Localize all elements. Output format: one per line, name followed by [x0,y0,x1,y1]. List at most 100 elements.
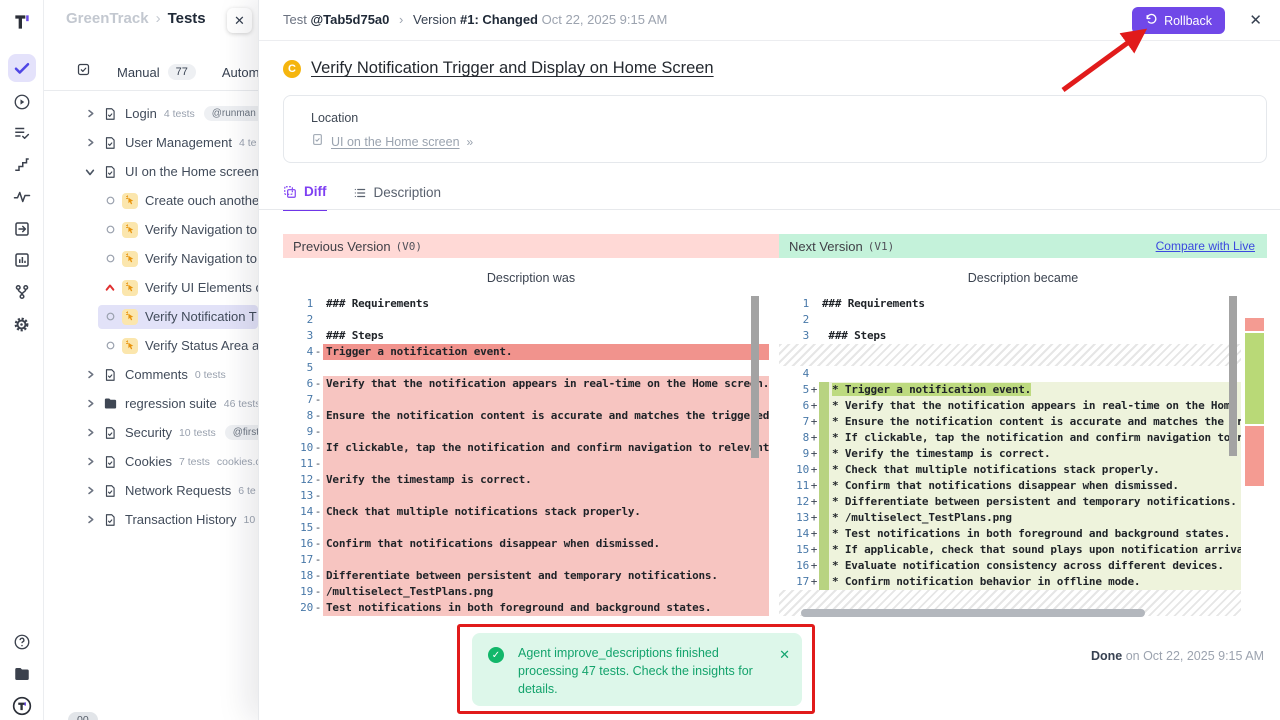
tree-item-user-management[interactable]: User Management4 te [44,128,258,157]
tab-diff[interactable]: Diff [283,184,327,211]
left-pane-scrollbar[interactable] [751,296,759,458]
breadcrumb-app[interactable]: GreenTrack [66,10,149,27]
tab-description[interactable]: Description [353,185,442,210]
diff-sign [809,328,819,344]
diff-line-text: * Evaluate notification consistency acro… [829,558,1241,574]
location-more-chevron[interactable]: » [467,135,474,149]
activity-pulse-icon[interactable] [8,183,36,211]
tree-item-ui-on-the-home-screen[interactable]: UI on the Home screen [44,157,258,186]
line-number: 6 [779,398,809,414]
chevron-right-icon[interactable] [83,486,97,495]
inbox-import-icon[interactable] [8,215,36,243]
tree-item-create-ouch-anothe[interactable]: Create ouch anothe [44,186,258,215]
status-circle-icon[interactable] [103,341,117,350]
diff-line-next-5: 5+* Trigger a notification event. [779,382,1241,398]
diff-line-prev-3: 3### Steps [283,328,769,344]
divider [259,209,1280,210]
minimap-added-marker [1245,333,1264,424]
success-check-icon: ✓ [488,647,504,663]
tree-item-network-requests[interactable]: Network Requests6 te [44,476,258,505]
status-circle-icon[interactable] [103,196,117,205]
app-logo-icon[interactable] [8,8,36,36]
chart-icon[interactable] [8,246,36,274]
tree-item-cookies[interactable]: Cookies7 testscookies.c [44,447,258,476]
rollback-button[interactable]: Rollback [1132,7,1225,34]
status-circle-icon[interactable] [103,225,117,234]
minimap-removed-marker [1245,426,1264,486]
settings-gear-icon[interactable] [8,310,36,338]
status-circle-icon[interactable] [103,312,117,321]
toast-notification: ✓ Agent improve_descriptions finished pr… [472,633,802,706]
breadcrumb-page[interactable]: Tests [168,10,206,27]
diff-line-text: ### Steps [819,328,1241,344]
diff-sign [313,360,323,376]
tab-manual[interactable]: Manual [117,65,160,80]
horizontal-scrollbar[interactable] [801,609,1145,617]
diff-sign: - [313,392,323,408]
tree-item-verify-ui-elements-o[interactable]: Verify UI Elements o [44,273,258,302]
tree-item-label: User Management [125,135,232,150]
modal-close-button[interactable]: ✕ [1249,11,1262,29]
diff-line-text: Confirm that notifications disappear whe… [323,536,769,552]
line-number: 11 [283,456,313,472]
chevron-right-icon[interactable] [83,370,97,379]
chevron-up-red-icon[interactable] [103,283,117,293]
tree-item-verify-status-area-a[interactable]: Verify Status Area a [44,331,258,360]
doc-icon [311,133,324,151]
runs-play-icon[interactable] [8,88,36,116]
tree-item-verify-notification-t[interactable]: Verify Notification T [44,302,258,331]
diff-sign: + [809,542,819,558]
help-icon[interactable] [8,628,36,656]
added-gutter [819,478,829,494]
compare-with-live-link[interactable]: Compare with Live [1156,239,1255,253]
tree-item-login[interactable]: Login4 tests@runman [44,99,258,128]
chevron-right-icon[interactable] [83,138,97,147]
tree-item-comments[interactable]: Comments0 tests [44,360,258,389]
panel-close-button[interactable]: ✕ [227,8,252,33]
line-number: 1 [779,296,809,312]
toast-close-button[interactable]: ✕ [779,647,790,706]
diff-line-text: ### Requirements [323,296,769,312]
diff-line-text [323,360,769,376]
diff-line-next-11: 11+* Confirm that notifications disappea… [779,478,1241,494]
added-gutter [819,510,829,526]
chevron-right-icon[interactable] [83,428,97,437]
steps-icon[interactable] [8,151,36,179]
line-number: 7 [779,414,809,430]
tree-item-verify-navigation-to[interactable]: Verify Navigation to [44,215,258,244]
line-number: 4 [283,344,313,360]
line-number: 13 [779,510,809,526]
list-check-icon[interactable] [8,119,36,147]
tree-item-regression-suite[interactable]: regression suite46 tests [44,389,258,418]
diff-line-text: Test notifications in both foreground an… [323,600,769,616]
chevron-right-icon[interactable] [83,457,97,466]
location-link[interactable]: UI on the Home screen [331,135,460,149]
next-version-bar: Next Version(V1) Compare with Live [779,234,1267,258]
tree-item-transaction-history[interactable]: Transaction History10 [44,505,258,534]
tree-item-count: 10 [244,514,256,526]
test-cursor-icon [121,251,139,267]
git-branch-icon[interactable] [8,278,36,306]
chevron-down-icon[interactable] [83,167,97,177]
diff-sign: + [809,446,819,462]
status-circle-icon[interactable] [103,254,117,263]
diff-line-text: If clickable, tap the notification and c… [323,440,769,456]
folder-icon[interactable] [8,660,36,688]
diff-line-text: * Verify the timestamp is correct. [829,446,1241,462]
diff-sign: - [313,456,323,472]
tab-automated[interactable]: Automated [222,65,258,80]
diff-line-text [819,366,1241,382]
right-pane-scrollbar[interactable] [1229,296,1237,456]
avatar[interactable] [8,692,36,720]
chevron-right-icon[interactable] [83,515,97,524]
added-gutter [819,526,829,542]
tree-item-label: Create ouch anothe [145,193,258,208]
chevron-right-icon[interactable] [83,399,97,408]
chevron-right-icon[interactable] [83,109,97,118]
suite-doc-icon [101,455,119,469]
diff-sign: - [313,520,323,536]
tree-item-verify-navigation-to[interactable]: Verify Navigation to [44,244,258,273]
tree-item-security[interactable]: Security10 tests@first [44,418,258,447]
diff-line-prev-13: 13- [283,488,769,504]
tests-check-icon[interactable] [8,54,36,82]
